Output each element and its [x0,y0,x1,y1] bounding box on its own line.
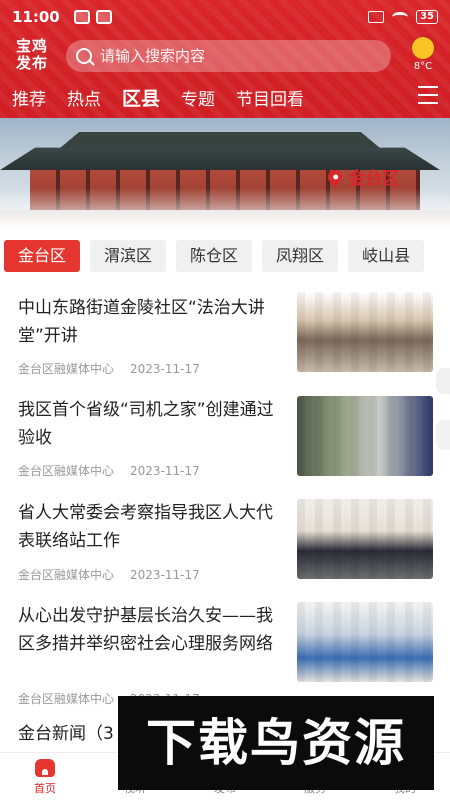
location-text: 金台区 [348,169,399,189]
district-selector: 金台区 渭滨区 陈仓区 凤翔区 岐山县 [0,236,450,276]
sun-icon [412,37,434,59]
district-banner: 金台区 [0,118,450,228]
article-thumbnail [297,396,433,476]
tab-topics[interactable]: 专题 [181,85,215,110]
district-chip-qishan[interactable]: 岐山县 [348,240,425,272]
notification-icon [73,10,90,24]
status-bar: 11:00 35 [0,0,450,34]
article-source: 金台区融媒体中心 [18,464,115,478]
article-meta: 金台区融媒体中心 2023-11-17 [18,462,200,479]
menu-icon[interactable] [418,86,438,104]
article-date: 2023-11-17 [130,568,200,582]
notification-icon [95,10,112,24]
article-title: 省人大常委会考察指导我区人大代表联络站工作 [18,503,273,551]
home-icon [35,759,55,777]
floating-handle[interactable] [436,368,450,394]
watermark: 下载鸟资源 [118,696,434,790]
district-chip-chencang[interactable]: 陈仓区 [176,240,253,272]
app-header: 11:00 35 宝鸡发布 8°C 推荐 热点 区县 专题 节目回看 [0,0,450,118]
article-meta: 金台区融媒体中心 2023-11-17 [18,360,200,377]
sim-icon [368,11,385,23]
list-item[interactable]: 我区首个省级“司机之家”创建通过验收 金台区融媒体中心 2023-11-17 [0,384,450,487]
list-item[interactable]: 从心出发守护基层长治久安——我区多措并举织密社会心理服务网络 金台区融媒体中心2… [0,590,450,708]
weather-widget[interactable]: 8°C [408,37,438,72]
search-icon [76,48,92,64]
district-chip-weibin[interactable]: 渭滨区 [90,240,167,272]
tab-hot[interactable]: 热点 [67,85,101,110]
weather-temp: 8°C [413,61,433,72]
article-title: 从心出发守护基层长治久安——我区多措并举织密社会心理服务网络 [18,606,273,654]
tab-replay[interactable]: 节目回看 [236,85,304,110]
article-thumbnail [297,602,433,682]
article-title: 我区首个省级“司机之家”创建通过验收 [18,400,274,448]
tab-recommend[interactable]: 推荐 [12,85,46,110]
channel-tabs: 推荐 热点 区县 专题 节目回看 [0,80,450,114]
app-logo[interactable]: 宝鸡发布 [12,38,52,72]
list-item[interactable]: 中山东路街道金陵社区“法治大讲堂”开讲 金台区融媒体中心 2023-11-17 [0,282,450,384]
article-thumbnail [297,499,433,579]
article-date: 2023-11-17 [130,464,200,478]
district-chip-fengxiang[interactable]: 凤翔区 [262,240,339,272]
district-chip-jintai[interactable]: 金台区 [4,240,81,272]
bottom-tab-label: 首页 [34,782,56,795]
wifi-icon [392,12,409,22]
article-meta: 金台区融媒体中心 2023-11-17 [18,566,200,583]
tab-districts[interactable]: 区县 [122,84,160,111]
floating-handle[interactable] [436,420,450,450]
status-time: 11:00 [12,8,60,26]
location-label: 金台区 [325,164,399,189]
bottom-tab-home[interactable]: 首页 [0,753,90,800]
battery-icon: 35 [416,10,438,24]
article-thumbnail [297,292,433,372]
search-input[interactable] [100,47,360,65]
article-source: 金台区融媒体中心 [18,568,115,582]
search-bar[interactable] [66,40,391,72]
list-item[interactable]: 省人大常委会考察指导我区人大代表联络站工作 金台区融媒体中心 2023-11-17 [0,487,450,590]
article-title: 中山东路街道金陵社区“法治大讲堂”开讲 [18,298,265,346]
article-source: 金台区融媒体中心 [18,362,115,376]
banner-roof [60,132,380,148]
article-date: 2023-11-17 [130,362,200,376]
location-pin-icon [325,166,345,187]
article-source: 金台区融媒体中心 [18,692,115,706]
